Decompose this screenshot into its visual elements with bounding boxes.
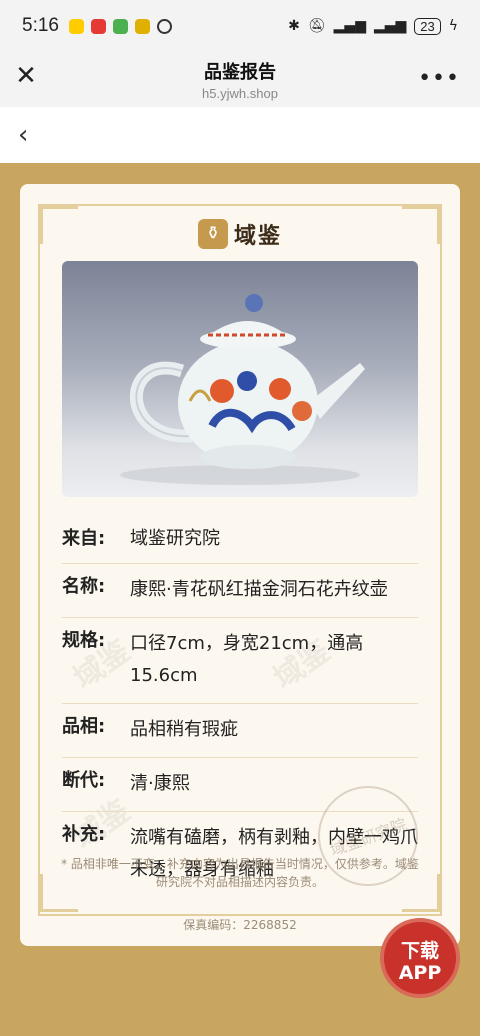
info-row: 品相: 品相稍有瑕疵: [62, 704, 418, 758]
signal-icon: ▂▄▆: [373, 18, 407, 34]
status-time: 5:16: [22, 15, 59, 36]
disclaimer-text: * 品相非唯一不变，补充内容为出具报告当时情况，仅供参考。域鉴研究院不对品相描述…: [61, 857, 419, 889]
brand-logo: ⚱ 域鉴: [198, 218, 282, 250]
teapot-photo: [62, 261, 418, 497]
info-label: 规格:: [62, 630, 106, 651]
download-label-app: APP: [398, 962, 442, 984]
mute-icon: 🔕︎: [307, 18, 326, 34]
app-notification-icon: [68, 18, 84, 34]
alarm-icon: [156, 18, 172, 34]
vase-logo-icon: ⚱: [198, 219, 228, 249]
app-notification-icon: [112, 18, 128, 34]
frame-corner: [402, 206, 440, 244]
info-row: 名称: 康熙·青花矾红描金洞石花卉纹壶: [62, 564, 418, 618]
info-label: 名称:: [62, 576, 106, 597]
app-notification-icon: [90, 18, 106, 34]
info-value: 域鉴研究院: [130, 528, 220, 549]
close-icon[interactable]: ✕: [12, 62, 40, 90]
info-row: 规格: 口径7cm，身宽21cm，通高15.6cm: [62, 618, 418, 704]
battery-indicator: 23: [414, 17, 441, 35]
download-app-button[interactable]: 下载 APP: [380, 918, 460, 998]
info-label: 来自:: [62, 528, 106, 549]
info-value: 品相稍有瑕疵: [130, 719, 238, 740]
signal-icon: ▂▄▆: [333, 18, 366, 34]
info-value: 康熙·青花矾红描金洞石花卉纹壶: [130, 579, 388, 600]
info-row: 来自: 域鉴研究院: [62, 516, 418, 564]
info-label: 品相:: [62, 716, 106, 737]
bluetooth-icon: ✱: [288, 18, 300, 34]
app-notification-icon: [134, 18, 150, 34]
page-header: ‹: [0, 107, 480, 163]
download-label: 下载: [400, 940, 439, 962]
more-icon[interactable]: •••: [418, 66, 460, 91]
brand-name: 域鉴: [234, 224, 283, 249]
info-label: 断代:: [62, 770, 106, 791]
frame-corner: [40, 206, 78, 244]
wechat-nav-bar: ✕ 品鉴报告 h5.yjwh.shop •••: [0, 52, 480, 107]
page-title: 品鉴报告: [203, 62, 276, 83]
status-bar: 5:16 ✱ 🔕︎ ▂▄▆ ▂▄▆ 23 ϟ: [0, 0, 480, 52]
page-url: h5.yjwh.shop: [202, 86, 278, 101]
chevron-left-icon[interactable]: ‹: [18, 121, 42, 149]
charging-icon: ϟ: [448, 18, 458, 34]
status-icons: ✱ 🔕︎ ▂▄▆ ▂▄▆ 23 ϟ: [288, 17, 458, 35]
info-value: 口径7cm，身宽21cm，通高15.6cm: [130, 633, 364, 686]
teapot-illustration: [120, 294, 365, 485]
